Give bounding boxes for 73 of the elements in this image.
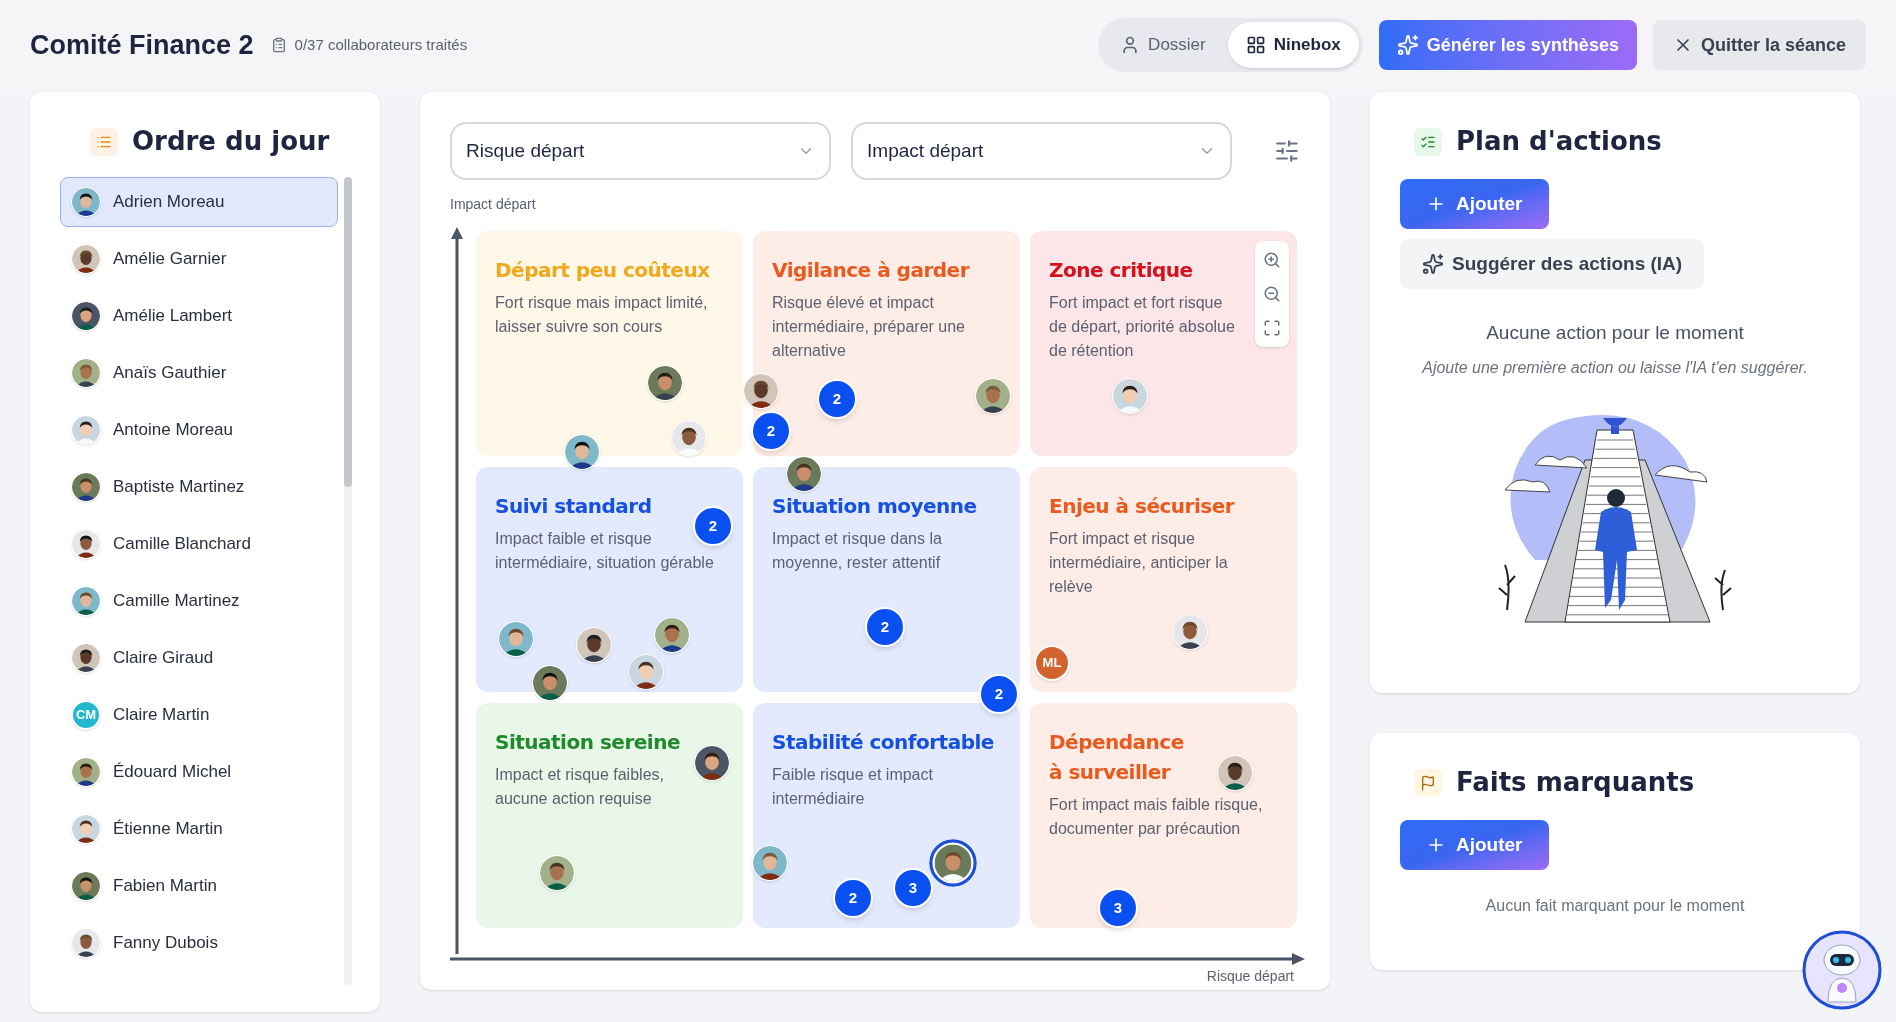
add-highlight-button[interactable]: Ajouter bbox=[1400, 820, 1549, 870]
agenda-item[interactable]: Amélie Lambert bbox=[60, 291, 338, 341]
cluster-count[interactable]: 2 bbox=[817, 379, 857, 419]
agenda-item[interactable]: Étienne Martin bbox=[60, 804, 338, 854]
filter-icon[interactable] bbox=[1274, 138, 1300, 164]
avatar[interactable] bbox=[929, 839, 977, 887]
clipboard-icon bbox=[270, 37, 287, 53]
cell-description: Risque élevé et impact intermédiaire, préparer une alternative bbox=[772, 293, 966, 361]
checklist-icon bbox=[1414, 127, 1442, 156]
empty-hint: Ajoute une première action ou laisse l'IA t'en suggérer. bbox=[1420, 357, 1809, 378]
view-tab[interactable]: Ninebox bbox=[1227, 22, 1359, 68]
cell-title: Enjeu à sécuriser bbox=[1049, 493, 1235, 520]
flag-icon bbox=[1414, 768, 1442, 797]
cell-description: Faible risque et impact intermédiaire bbox=[772, 765, 934, 809]
page-title: Comité Finance 2 bbox=[30, 28, 254, 62]
agenda-item[interactable]: Édouard Michel bbox=[60, 747, 338, 797]
sparkle-icon bbox=[1422, 253, 1444, 275]
cell-title: Situation sereine bbox=[495, 729, 680, 756]
cluster-count[interactable]: 2 bbox=[979, 674, 1019, 714]
agenda-item[interactable]: Claire Giraud bbox=[60, 633, 338, 683]
agenda-item[interactable]: Adrien Moreau bbox=[60, 177, 338, 227]
agenda-item[interactable]: Fanny Dubois bbox=[60, 918, 338, 968]
agenda-item[interactable]: CM Claire Martin bbox=[60, 690, 338, 740]
y-axis-label: Impact départ bbox=[450, 195, 537, 214]
fullscreen-icon[interactable] bbox=[1263, 319, 1281, 337]
progress-text: 0/37 collaborateurs traités bbox=[294, 34, 468, 55]
cell-description: Fort impact mais faible risque, documenter par précaution bbox=[1049, 795, 1264, 839]
robot-assistant-icon[interactable] bbox=[1802, 930, 1882, 1010]
add-action-button[interactable]: Ajouter bbox=[1400, 179, 1549, 229]
zoom-out-icon[interactable] bbox=[1263, 285, 1281, 303]
grid-icon bbox=[1245, 35, 1266, 55]
suggest-actions-button[interactable]: Suggérer des actions (IA) bbox=[1400, 239, 1705, 289]
cell-description: Fort impact et risque intermédiaire, anticiper la relève bbox=[1049, 529, 1229, 597]
cluster-count[interactable]: 3 bbox=[893, 868, 933, 908]
agenda-title: Ordre du jour bbox=[132, 125, 330, 158]
agenda-item[interactable]: Antoine Moreau bbox=[60, 405, 338, 455]
view-tab[interactable]: Dossier bbox=[1102, 22, 1224, 68]
x-axis-label: Risque départ bbox=[1206, 967, 1294, 986]
cell-title: Situation moyenne bbox=[772, 493, 977, 520]
initials-avatar[interactable]: ML bbox=[1034, 645, 1070, 681]
cluster-count[interactable]: 2 bbox=[865, 607, 905, 647]
agenda-item[interactable]: Camille Martinez bbox=[60, 576, 338, 626]
empty-text: Aucun fait marquant pour le moment bbox=[1484, 896, 1746, 916]
cluster-count[interactable]: 2 bbox=[751, 411, 791, 451]
cell-title: Suivi standard bbox=[495, 493, 652, 520]
cell-title: Stabilité confortable bbox=[772, 729, 994, 756]
quit-button[interactable]: Quitter la séance bbox=[1652, 20, 1866, 70]
list-icon bbox=[90, 127, 118, 156]
cell-description: Impact et risque dans la moyenne, rester attentif bbox=[772, 529, 943, 573]
agenda-item[interactable]: Anaïs Gauthier bbox=[60, 348, 338, 398]
cell-title: Dépendance à surveiller bbox=[1049, 729, 1185, 786]
cell-description: Fort impact et fort risque de départ, priorité absolue de rétention bbox=[1049, 293, 1236, 361]
empty-title: Aucune action pour le moment bbox=[1485, 321, 1745, 345]
agenda-item[interactable]: Fabien Martin bbox=[60, 861, 338, 911]
zoom-in-icon[interactable] bbox=[1263, 251, 1281, 269]
cell-title: Zone critique bbox=[1049, 257, 1193, 284]
agenda-item[interactable]: Camille Blanchard bbox=[60, 519, 338, 569]
scrollbar[interactable] bbox=[344, 177, 352, 985]
cell-title: Vigilance à garder bbox=[772, 257, 969, 284]
cell-title: Départ peu coûteux bbox=[495, 257, 710, 284]
cluster-count[interactable]: 2 bbox=[833, 878, 873, 918]
highlights-title: Faits marquants bbox=[1456, 766, 1695, 799]
cluster-count[interactable]: 3 bbox=[1098, 888, 1138, 928]
cluster-count[interactable]: 2 bbox=[693, 506, 733, 546]
cell-description: Impact et risque faibles, aucune action requise bbox=[495, 765, 665, 809]
agenda-item[interactable]: Amélie Garnier bbox=[60, 234, 338, 284]
axis-select[interactable]: Impact départ bbox=[851, 122, 1233, 180]
cell-description: Fort risque mais impact limité, laisser suivre son cours bbox=[495, 293, 709, 337]
actions-title: Plan d'actions bbox=[1456, 125, 1662, 158]
agenda-item[interactable]: Baptiste Martinez bbox=[60, 462, 338, 512]
sparkle-icon bbox=[1396, 34, 1419, 56]
generate-button[interactable]: Générer les synthèses bbox=[1378, 20, 1637, 70]
axis-select[interactable]: Risque départ bbox=[450, 122, 832, 180]
